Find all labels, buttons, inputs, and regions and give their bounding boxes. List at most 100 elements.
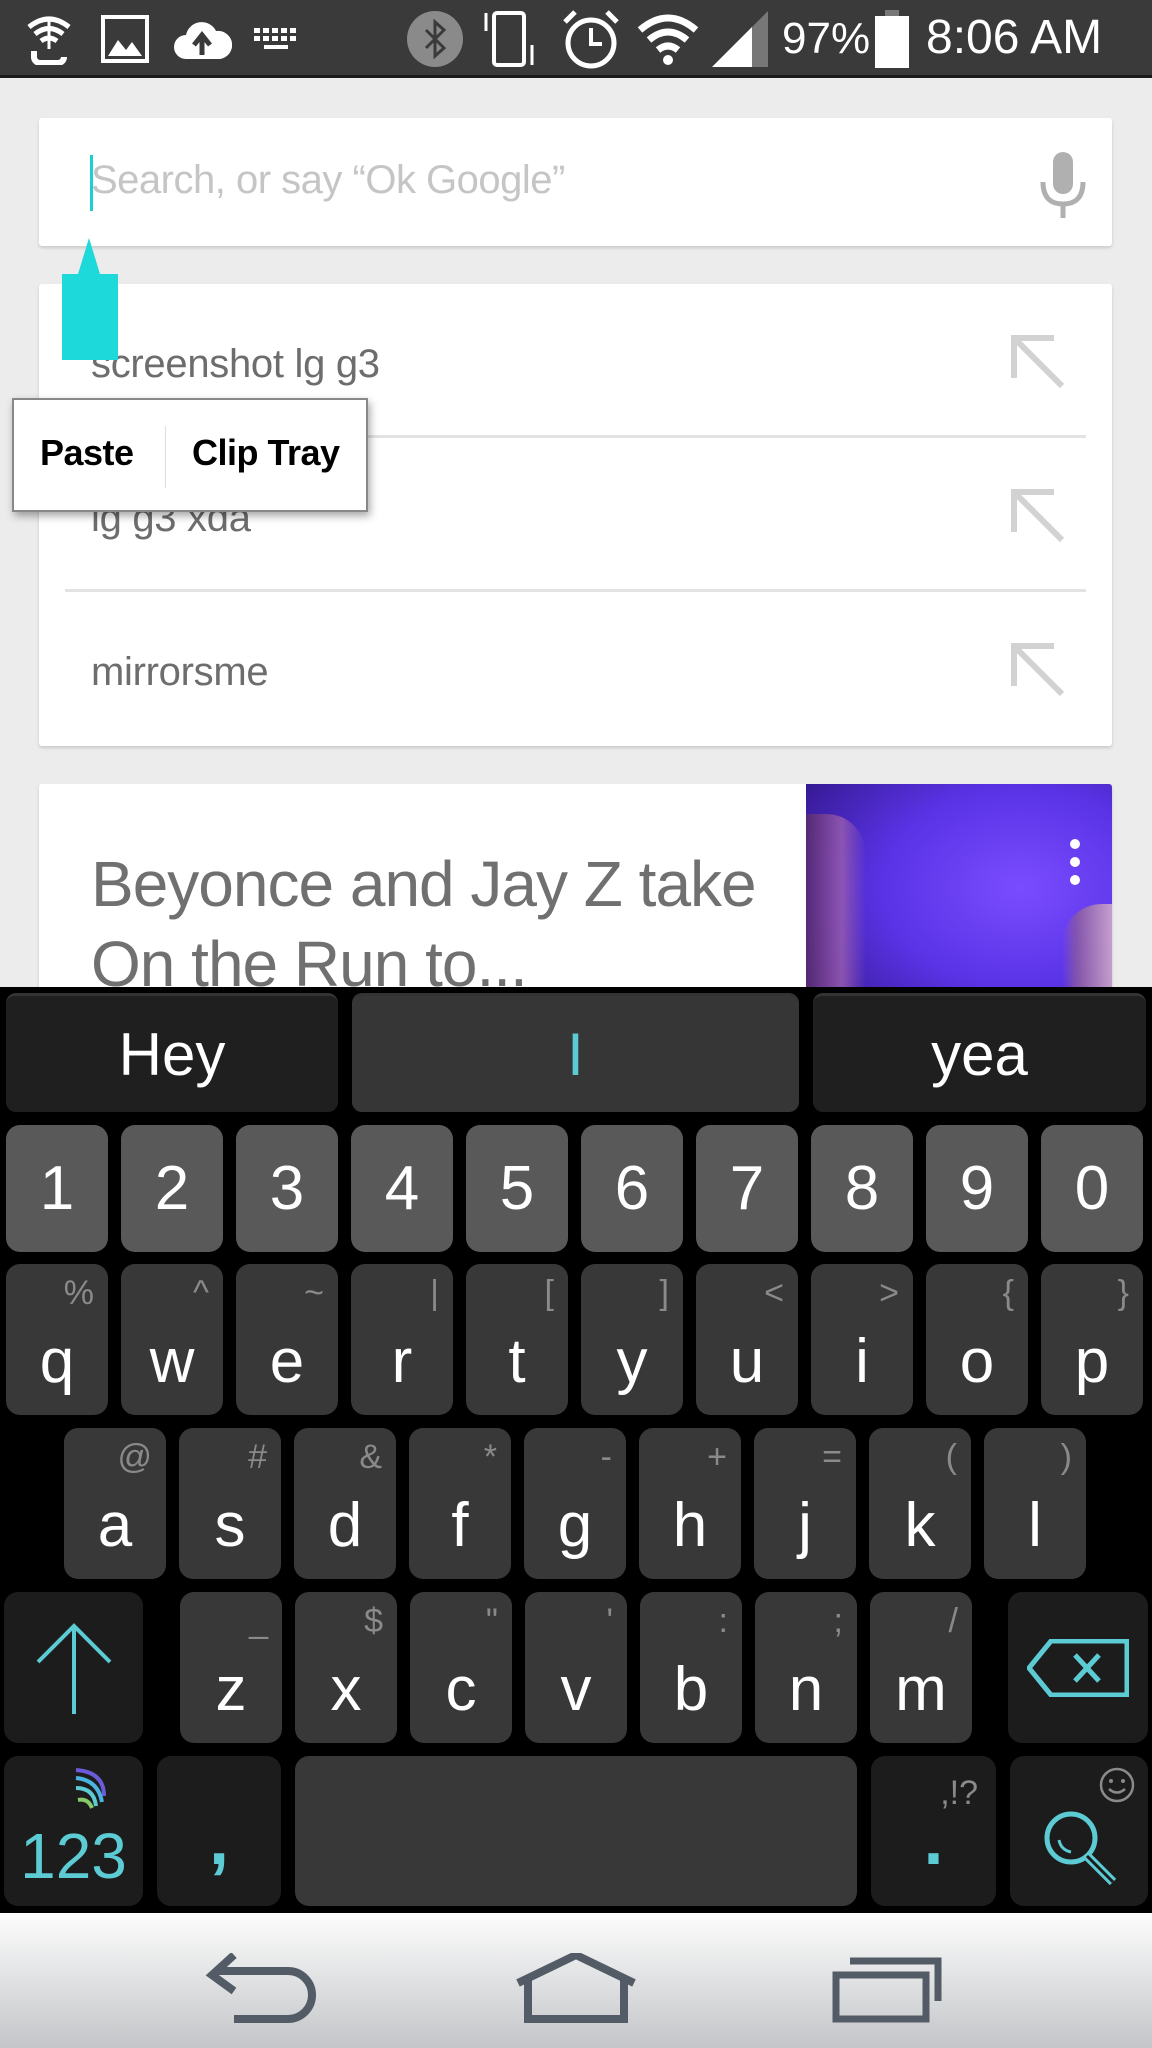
- key-alt-label: >: [879, 1274, 899, 1312]
- search-input[interactable]: Search, or say “Ok Google”: [91, 158, 565, 203]
- arrow-up-left-icon[interactable]: [1010, 334, 1066, 390]
- comma-key[interactable]: ,: [157, 1756, 281, 1906]
- key-5[interactable]: 5: [466, 1125, 568, 1252]
- key-t[interactable]: [t: [466, 1264, 568, 1415]
- key-alt-label: *: [483, 1438, 497, 1476]
- key-label: 2: [154, 1153, 190, 1223]
- key-label: m: [895, 1655, 947, 1724]
- key-alt-label: -: [600, 1438, 612, 1476]
- suggestion-item[interactable]: mirrorsme: [39, 592, 1112, 746]
- key-alt-label: %: [63, 1274, 94, 1312]
- context-menu: Paste Clip Tray: [12, 398, 368, 512]
- key-o[interactable]: {o: [926, 1264, 1028, 1415]
- key-label: r: [391, 1327, 413, 1396]
- back-button[interactable]: [204, 1952, 324, 2023]
- key-n[interactable]: ; n: [755, 1592, 857, 1743]
- clip-tray-button[interactable]: Clip Tray: [192, 432, 340, 474]
- clock: 8:06 AM: [926, 11, 1103, 64]
- key-label: s: [214, 1491, 246, 1560]
- key-alt-label: ': [606, 1602, 614, 1640]
- key-a[interactable]: @ a: [64, 1428, 166, 1579]
- symbols-label: 123: [20, 1820, 127, 1892]
- prediction-right[interactable]: yea: [813, 993, 1146, 1112]
- backspace-key[interactable]: [1008, 1592, 1148, 1743]
- key-alt-label: (: [945, 1438, 957, 1476]
- home-button[interactable]: [516, 1950, 636, 2023]
- search-key[interactable]: [1010, 1756, 1148, 1906]
- key-alt-label: _: [249, 1602, 268, 1640]
- key-d[interactable]: & d: [294, 1428, 396, 1579]
- key-c[interactable]: " c: [410, 1592, 512, 1743]
- key-f[interactable]: * f: [409, 1428, 511, 1579]
- news-headline: Beyonce and Jay Z take On the Run to...: [91, 848, 757, 1000]
- prediction-left[interactable]: Hey: [6, 993, 338, 1112]
- key-r[interactable]: | r: [351, 1264, 453, 1415]
- key-s[interactable]: # s: [179, 1428, 281, 1579]
- key-m[interactable]: / m: [870, 1592, 972, 1743]
- cursor-handle[interactable]: [60, 238, 118, 362]
- prediction-center[interactable]: I: [352, 993, 799, 1112]
- key-1[interactable]: 1: [6, 1125, 108, 1252]
- key-q[interactable]: % q: [6, 1264, 108, 1415]
- key-label: 5: [499, 1153, 535, 1223]
- key-e[interactable]: ~ e: [236, 1264, 338, 1415]
- search-box[interactable]: Search, or say “Ok Google”: [39, 118, 1112, 246]
- key-label: d: [327, 1491, 363, 1560]
- key-alt-label: :: [718, 1602, 728, 1640]
- key-alt-label: =: [822, 1438, 842, 1476]
- recent-apps-icon: [832, 1957, 942, 2023]
- key-label: f: [451, 1491, 469, 1560]
- suggestion-text: screenshot lg g3: [91, 342, 380, 386]
- key-x[interactable]: $ x: [295, 1592, 397, 1743]
- key-z[interactable]: _ z: [180, 1592, 282, 1743]
- suggestion-text: mirrorsme: [91, 650, 269, 694]
- key-label: 1: [39, 1153, 75, 1223]
- arrow-up-left-icon[interactable]: [1010, 642, 1066, 698]
- key-alt-label: {: [1002, 1274, 1014, 1312]
- key-9[interactable]: 9: [926, 1125, 1028, 1252]
- key-label: z: [215, 1655, 247, 1724]
- paste-button[interactable]: Paste: [40, 432, 134, 474]
- key-j[interactable]: = j: [754, 1428, 856, 1579]
- key-label: j: [798, 1491, 812, 1560]
- key-u[interactable]: < u: [696, 1264, 798, 1415]
- key-v[interactable]: ' v: [525, 1592, 627, 1743]
- key-i[interactable]: > i: [811, 1264, 913, 1415]
- key-alt-label: <: [764, 1274, 784, 1312]
- key-alt-label: #: [248, 1438, 267, 1476]
- key-b[interactable]: :b: [640, 1592, 742, 1743]
- period-alt-label: ,!?: [940, 1774, 978, 1812]
- key-w[interactable]: ^ w: [121, 1264, 223, 1415]
- key-4[interactable]: 4: [351, 1125, 453, 1252]
- key-label: x: [330, 1655, 362, 1724]
- arrow-up-left-icon[interactable]: [1010, 488, 1066, 544]
- key-7[interactable]: 7: [696, 1125, 798, 1252]
- period-key[interactable]: ,!? .: [871, 1756, 996, 1906]
- key-label: 7: [729, 1153, 765, 1223]
- key-label: w: [149, 1327, 195, 1396]
- key-alt-label: ~: [304, 1274, 324, 1312]
- navigation-bar: [0, 1913, 1152, 2048]
- key-0[interactable]: 0: [1041, 1125, 1143, 1252]
- key-alt-label: [: [544, 1274, 554, 1312]
- key-y[interactable]: ] y: [581, 1264, 683, 1415]
- key-alt-label: ]: [659, 1274, 669, 1312]
- key-2[interactable]: 2: [121, 1125, 223, 1252]
- recent-apps-button[interactable]: [832, 1953, 952, 2023]
- more-vert-icon[interactable]: [1068, 838, 1082, 886]
- microphone-icon[interactable]: [1039, 150, 1087, 220]
- space-key[interactable]: [295, 1756, 857, 1906]
- shift-arrow-icon: [36, 1622, 111, 1714]
- key-8[interactable]: 8: [811, 1125, 913, 1252]
- shift-key[interactable]: [4, 1592, 143, 1743]
- key-6[interactable]: 6: [581, 1125, 683, 1252]
- key-h[interactable]: + h: [639, 1428, 741, 1579]
- key-k[interactable]: (k: [869, 1428, 971, 1579]
- key-label: c: [445, 1655, 477, 1724]
- key-alt-label: |: [430, 1274, 439, 1312]
- symbols-key[interactable]: 123: [4, 1756, 143, 1906]
- key-l[interactable]: ) l: [984, 1428, 1086, 1579]
- key-g[interactable]: -g: [524, 1428, 626, 1579]
- key-3[interactable]: 3: [236, 1125, 338, 1252]
- key-p[interactable]: } p: [1041, 1264, 1143, 1415]
